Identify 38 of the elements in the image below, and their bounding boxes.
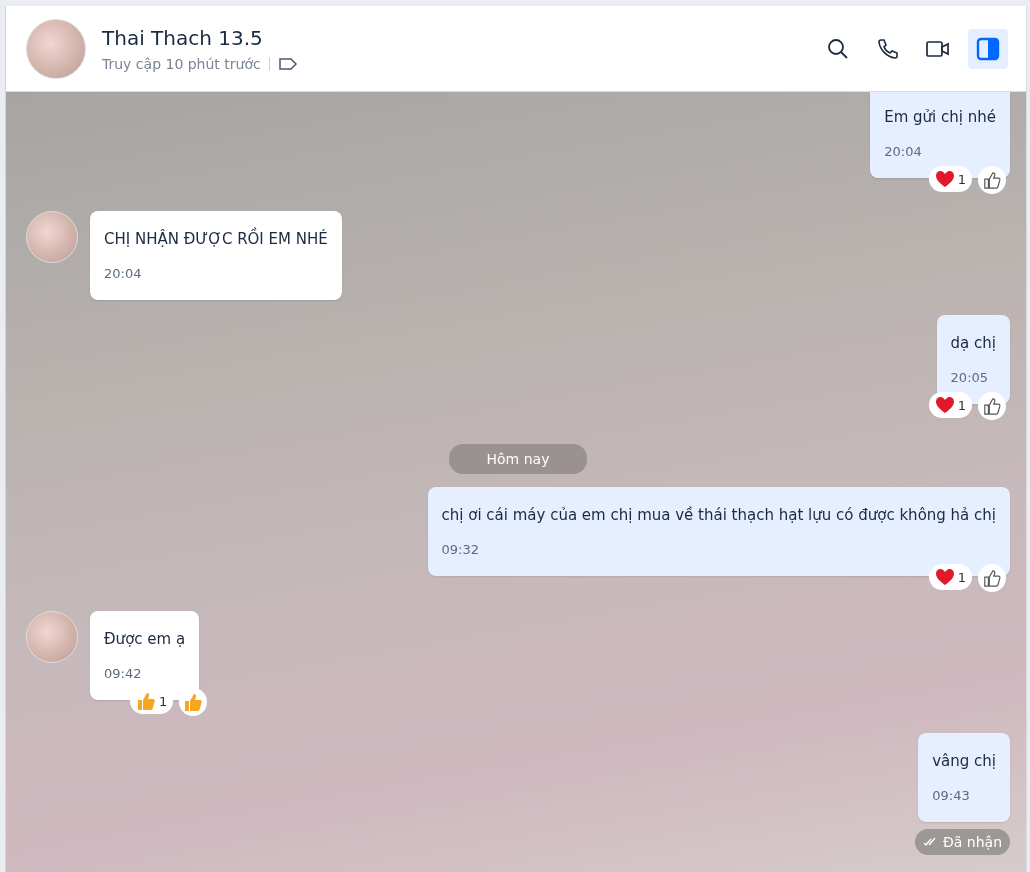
thumbs-up-icon: [983, 171, 1001, 189]
react-button[interactable]: [978, 392, 1006, 420]
message-text: chị ơi cái máy của em chị mua về thái thạch hạt lựu có được không hả chị: [441, 506, 996, 524]
last-seen-text: Truy cập 10 phút trước: [102, 55, 261, 72]
thumbs-up-icon: [136, 691, 156, 711]
message-text: vâng chị: [932, 752, 996, 770]
heart-icon: [934, 396, 955, 414]
message-text: Được em ạ: [104, 630, 186, 648]
heart-icon: [934, 568, 955, 586]
tag-icon[interactable]: [277, 55, 298, 72]
avatar: [26, 611, 78, 663]
contact-name: Thai Thach 13.5: [102, 25, 264, 50]
message-text: dạ chị: [950, 334, 996, 352]
message-time: 20:05: [950, 370, 990, 385]
message-time: 09:42: [104, 666, 143, 681]
reaction-count: 1: [957, 171, 966, 187]
phone-icon: [876, 36, 900, 61]
thumbs-up-icon: [183, 692, 204, 712]
avatar: [26, 211, 78, 263]
message-time: 20:04: [884, 144, 923, 159]
date-separator: Hôm nay: [448, 444, 588, 474]
message-text: Em gửi chị nhé: [884, 108, 996, 126]
message-time: 09:43: [932, 788, 971, 803]
status-text: Đã nhận: [942, 834, 1002, 850]
reaction-count: 1: [159, 693, 168, 709]
double-check-icon: [922, 837, 937, 847]
side-panel-icon: [976, 36, 1000, 61]
reaction-count: 1: [957, 569, 966, 585]
heart-icon: [934, 170, 955, 188]
message-time: 09:32: [441, 542, 480, 557]
message-time: 20:04: [104, 266, 143, 281]
react-button[interactable]: [978, 166, 1006, 194]
side-panel-button[interactable]: [968, 28, 1008, 69]
react-button[interactable]: [978, 564, 1006, 592]
search-icon: [826, 36, 850, 61]
thumbs-up-icon: [983, 569, 1001, 587]
thumbs-up-icon: [983, 397, 1001, 415]
reaction-count: 1: [957, 397, 966, 413]
